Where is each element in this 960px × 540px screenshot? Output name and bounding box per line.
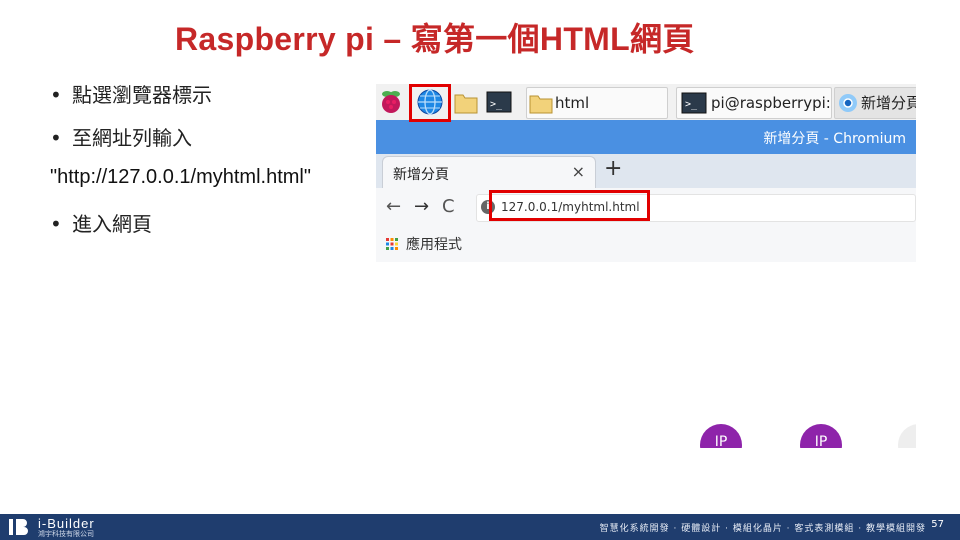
highlight-address-bar	[489, 190, 650, 221]
avatar-circle	[898, 424, 916, 448]
screenshot-composite: >_ html >_ pi@raspberrypi: ~ 新增分頁 新增分頁 -…	[376, 84, 916, 262]
chromium-title-bar[interactable]: 新增分頁 - Chromium	[376, 120, 916, 154]
tab-strip: 新增分頁 × +	[376, 154, 916, 189]
chromium-icon	[839, 94, 857, 112]
new-tab-plus-icon[interactable]: +	[604, 156, 622, 181]
back-arrow-icon[interactable]: ←	[386, 196, 401, 217]
raspberry-menu-icon[interactable]	[378, 88, 404, 116]
avatar-initials: IP	[814, 434, 828, 448]
avatar-initials: IP	[714, 434, 728, 448]
footer-company: 鴻宇科技有限公司	[38, 530, 94, 538]
terminal-launcher-icon[interactable]: >_	[486, 88, 512, 116]
apps-grid-icon[interactable]	[386, 238, 398, 250]
bullet-text: 至網址列輸入	[72, 126, 192, 150]
window-title: 新增分頁 - Chromium	[763, 131, 906, 147]
shortcut-avatar-partial[interactable]	[898, 424, 916, 448]
terminal-prompt-glyph: >_	[490, 99, 503, 110]
tab-new-tab[interactable]: 新增分頁 ×	[382, 156, 596, 189]
slide-footer: i-Builder 鴻宇科技有限公司 智慧化系統開發 · 硬體設計 · 模組化晶…	[0, 514, 960, 540]
url-instruction: "http://127.0.0.1/myhtml.html"	[50, 166, 311, 188]
taskbar-window-chromium[interactable]: 新增分頁	[834, 87, 916, 119]
shortcut-avatar[interactable]: IP	[800, 424, 842, 448]
page-number: 57	[931, 519, 944, 530]
ibuilder-logo-icon	[9, 519, 28, 535]
footer-tagline: 智慧化系統開發 · 硬體設計 · 模組化晶片 · 客式表測模組 · 教學模組開發	[599, 524, 926, 534]
bullet-dot: •	[50, 83, 62, 107]
close-tab-icon[interactable]: ×	[572, 162, 585, 181]
bookmarks-bar: 應用程式	[376, 226, 916, 262]
bullet-click-browser: • 點選瀏覽器標示	[50, 79, 212, 108]
terminal-icon: >_	[681, 92, 707, 114]
forward-arrow-icon[interactable]: →	[414, 196, 429, 217]
bullet-text: 點選瀏覽器標示	[72, 83, 212, 107]
bullet-enter-page: • 進入網頁	[50, 208, 152, 237]
taskbar-window-terminal[interactable]: >_ pi@raspberrypi: ~	[676, 87, 832, 119]
bullet-text: 進入網頁	[72, 212, 152, 236]
window-label: 新增分頁	[861, 94, 916, 112]
tab-label: 新增分頁	[393, 167, 449, 183]
slide-title: Raspberry pi – 寫第一個HTML網頁	[175, 21, 695, 57]
reload-icon[interactable]: C	[442, 196, 455, 217]
desktop-taskbar: >_ html >_ pi@raspberrypi: ~ 新增分頁	[376, 84, 916, 121]
terminal-prompt-glyph: >_	[685, 99, 698, 110]
bullet-dot: •	[50, 212, 62, 236]
highlight-browser-icon	[409, 84, 451, 122]
shortcut-avatar[interactable]: IP	[700, 424, 742, 448]
bullet-enter-address: • 至網址列輸入	[50, 122, 192, 151]
bullet-dot: •	[50, 126, 62, 150]
folder-icon	[529, 95, 553, 114]
window-label: html	[555, 94, 590, 112]
file-manager-folder-icon[interactable]	[454, 88, 478, 116]
window-label: pi@raspberrypi: ~	[711, 94, 831, 112]
apps-bookmark-label[interactable]: 應用程式	[406, 234, 462, 254]
taskbar-window-html-folder[interactable]: html	[526, 87, 668, 119]
